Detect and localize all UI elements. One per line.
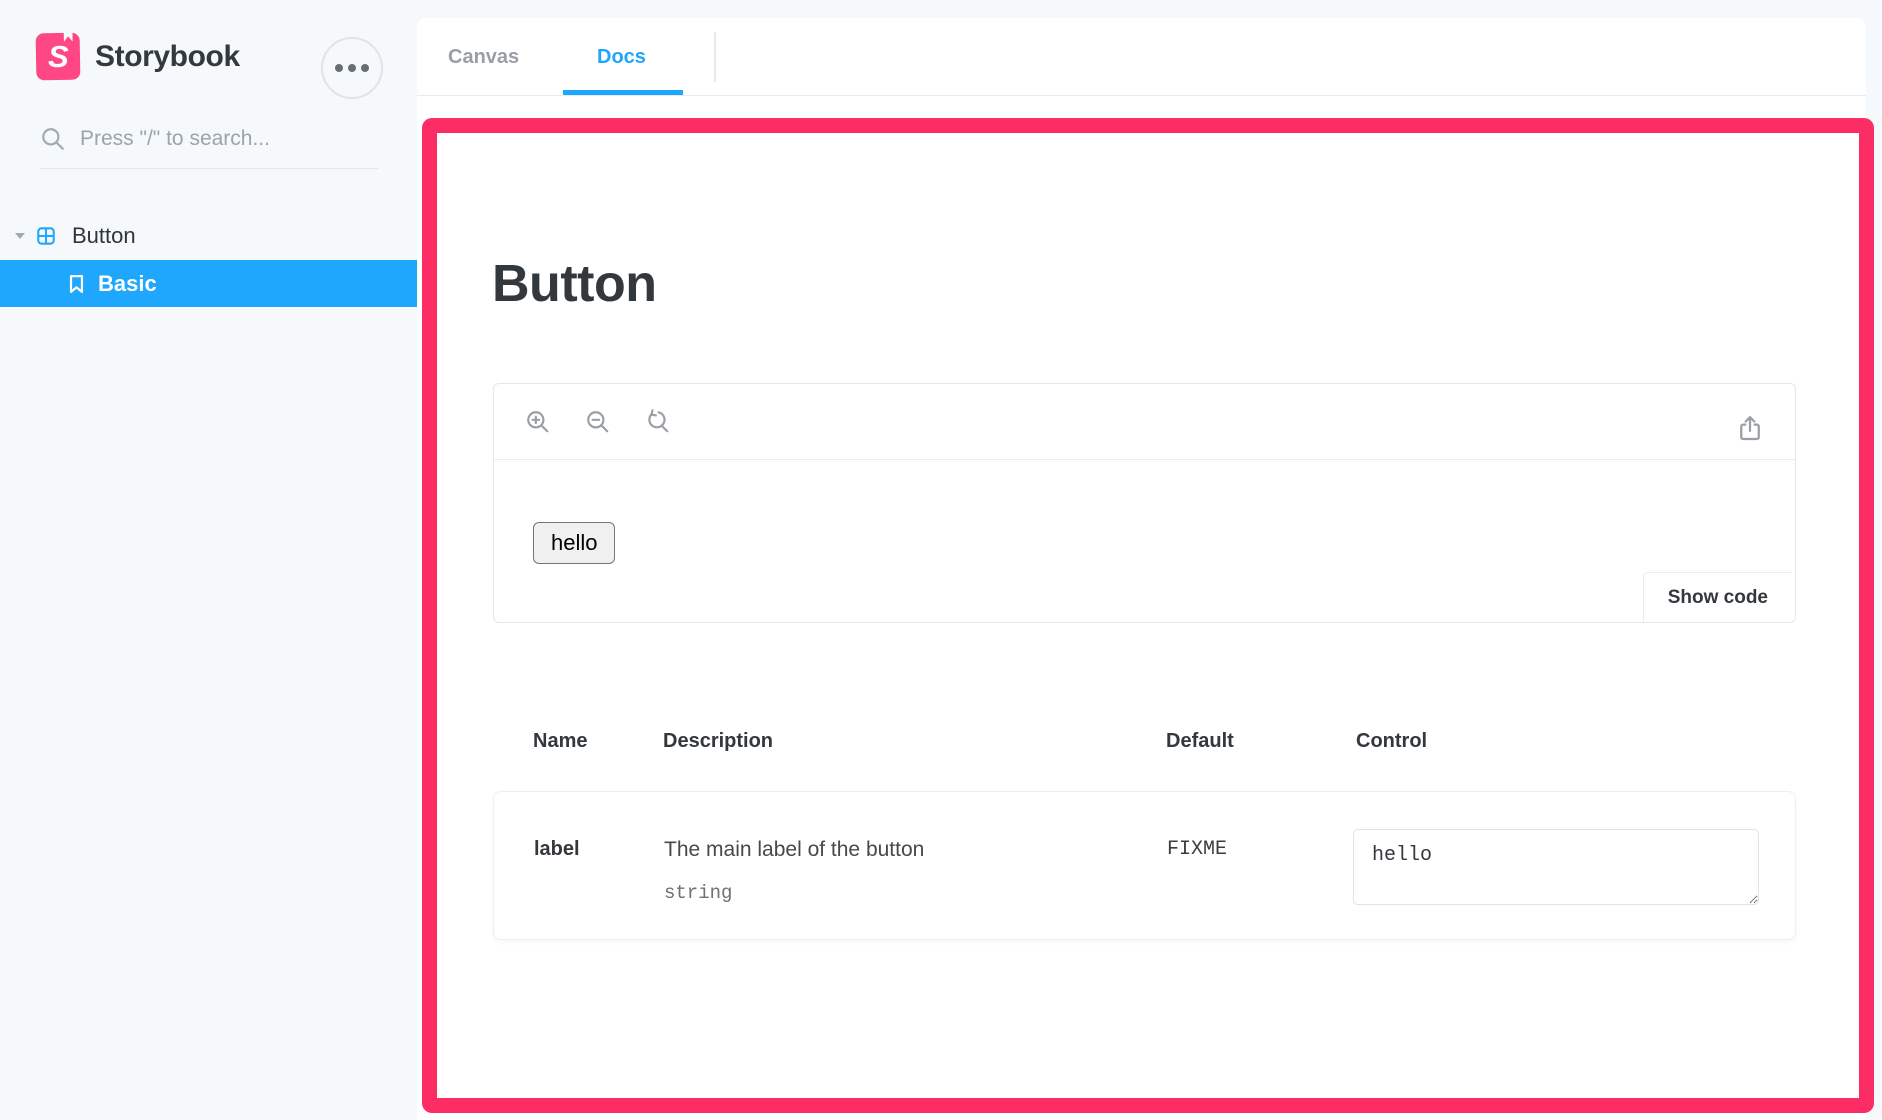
page-title: Button <box>492 254 656 314</box>
storybook-app: S Storybook But <box>0 0 1882 1120</box>
column-header-name: Name <box>533 726 663 756</box>
brand-title: Storybook <box>95 40 240 74</box>
tab-canvas[interactable]: Canvas <box>448 18 519 96</box>
caret-down-icon[interactable] <box>14 232 26 240</box>
arg-description: The main label of the button <box>664 838 1167 862</box>
tab-divider <box>714 32 716 82</box>
brand: S Storybook <box>36 33 240 80</box>
column-header-description: Description <box>663 726 1166 756</box>
sidebar-item-button-component[interactable]: Button <box>0 214 417 258</box>
story-preview-card: hello Show code <box>493 383 1796 623</box>
column-header-default: Default <box>1166 726 1356 756</box>
arg-control-textarea[interactable]: hello <box>1353 829 1759 905</box>
sidebar-item-label: Button <box>72 223 136 249</box>
show-code-button[interactable]: Show code <box>1643 572 1792 622</box>
component-grid-icon <box>37 227 55 245</box>
sidebar-item-basic-story[interactable]: Basic <box>0 260 417 307</box>
zoom-out-icon[interactable] <box>585 409 611 435</box>
args-table-row: label The main label of the button strin… <box>493 791 1796 940</box>
story-canvas: hello Show code <box>494 460 1795 622</box>
tab-bar: Canvas Docs <box>417 18 1866 96</box>
search-icon <box>40 126 66 152</box>
arg-name: label <box>534 792 664 939</box>
sidebar: S Storybook But <box>0 0 417 1120</box>
arg-type: string <box>664 882 1167 904</box>
bookmark-icon <box>68 274 85 294</box>
tab-docs[interactable]: Docs <box>597 18 646 96</box>
share-icon[interactable] <box>1735 414 1761 440</box>
sidebar-item-label: Basic <box>98 271 157 297</box>
search-box <box>40 126 378 169</box>
ellipsis-icon <box>335 64 343 72</box>
story-hello-button[interactable]: hello <box>533 522 615 564</box>
arg-default: FIXME <box>1167 792 1357 939</box>
zoom-reset-icon[interactable] <box>645 409 671 435</box>
sidebar-menu-button[interactable] <box>321 37 383 99</box>
preview-toolbar <box>494 384 1795 460</box>
search-input[interactable] <box>80 127 350 151</box>
storybook-logo-icon: S <box>36 33 81 81</box>
active-tab-underline <box>563 90 683 95</box>
args-table-header: Name Description Default Control <box>493 726 1796 756</box>
column-header-control: Control <box>1356 726 1756 756</box>
zoom-in-icon[interactable] <box>525 409 551 435</box>
